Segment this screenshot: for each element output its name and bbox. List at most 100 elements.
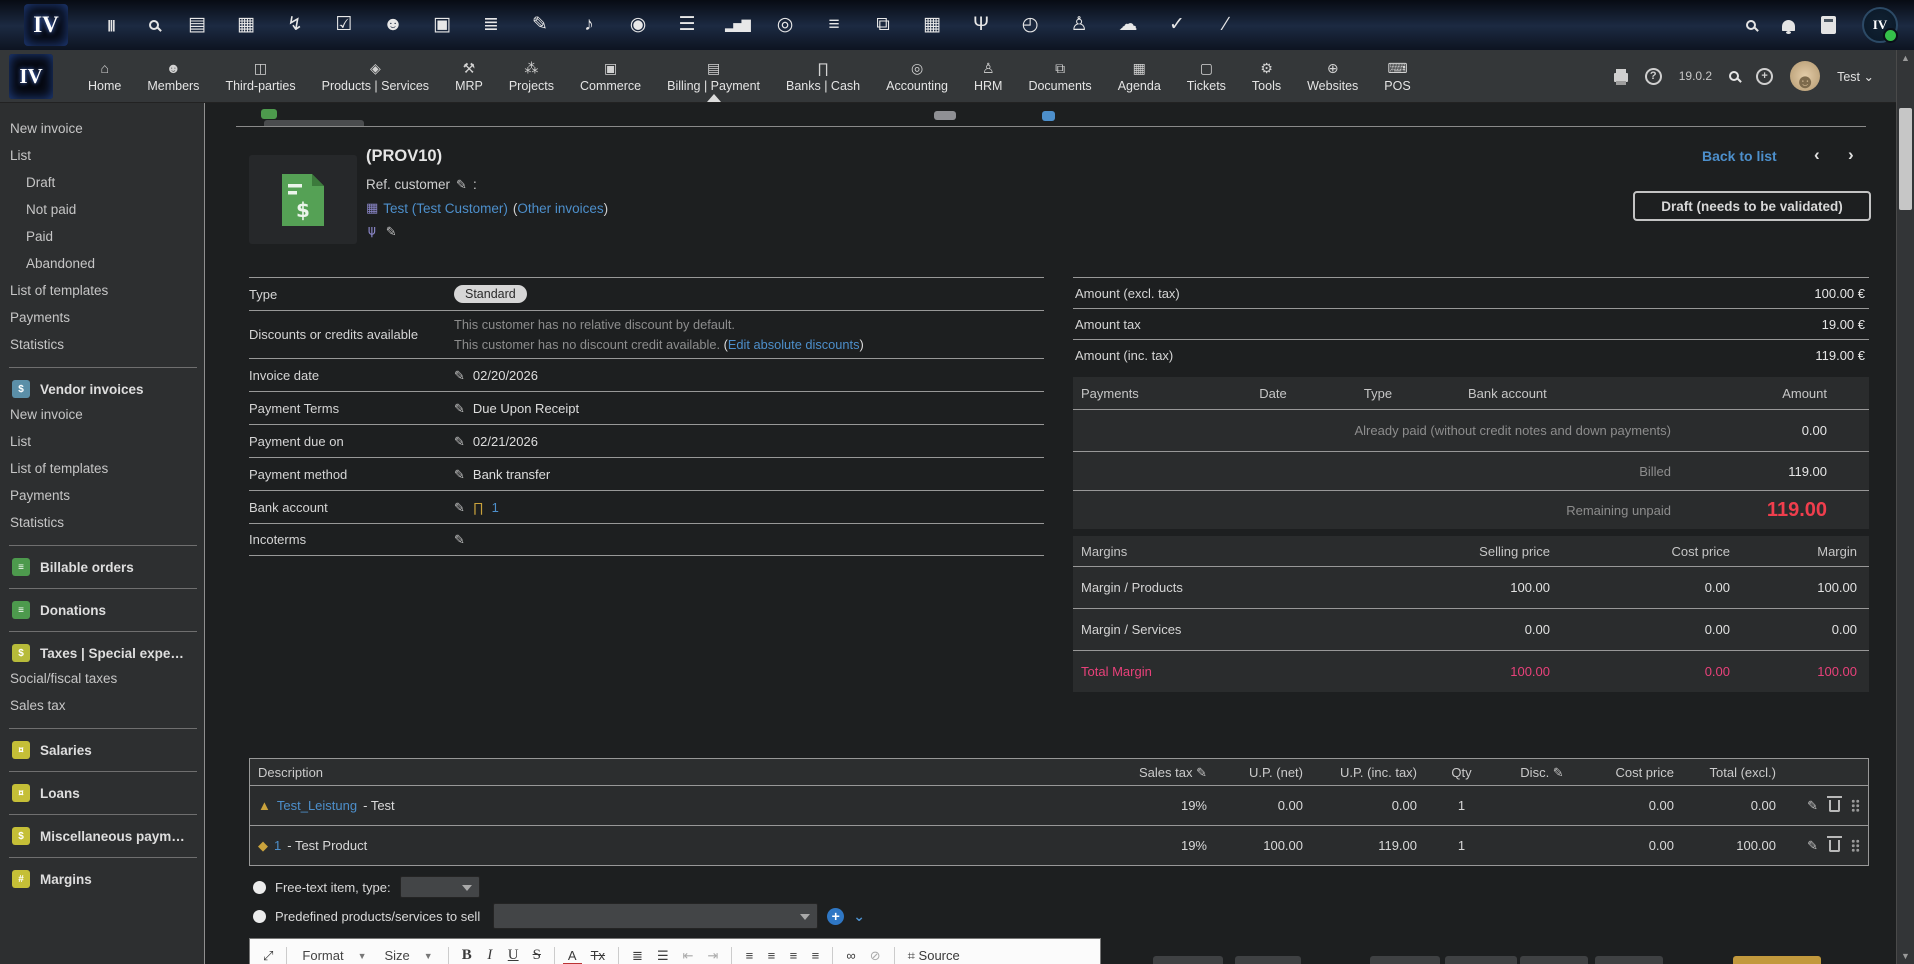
sidebar-item-new-invoice[interactable]: New invoice [0,115,204,142]
calendar-icon[interactable]: ▣ [431,15,453,35]
sidebar-section-donations[interactable]: ≡Donations [0,598,204,622]
sidebar-item-sales-tax[interactable]: Sales tax [0,692,204,719]
sidebar-section-billable-orders[interactable]: ≡Billable orders [0,555,204,579]
gallery-icon[interactable]: ▦ [235,15,257,35]
edit-incoterms-icon[interactable]: ✎ [454,533,465,546]
nav-item-documents[interactable]: ⧉Documents [1015,50,1104,102]
nav-item-banks-cash[interactable]: ∏Banks | Cash [773,50,873,102]
nav-item-commerce[interactable]: ▣Commerce [567,50,654,102]
delete-line-icon[interactable] [1829,800,1840,812]
tab-remnant-icon[interactable] [261,109,277,119]
contacts-card-icon[interactable] [1821,16,1836,34]
check-icon[interactable]: ✓ [1166,15,1188,35]
search-icon[interactable] [1746,20,1756,30]
app-logo[interactable]: IV [9,54,53,99]
sidebar-item-not-paid[interactable]: Not paid [0,196,204,223]
user-avatar[interactable]: ☻ [1790,61,1820,91]
next-record-icon[interactable]: › [1848,145,1854,165]
edit-disc-icon[interactable]: ✎ [1553,765,1564,780]
sidebar-section-taxes-special-expe-[interactable]: $Taxes | Special expe… [0,641,204,665]
cleanup-icon[interactable]: ∕ [1215,15,1237,35]
contacts-icon[interactable]: ☻ [382,15,404,35]
nav-item-third-parties[interactable]: ◫Third-parties [212,50,308,102]
edit-payment-due-on-icon[interactable]: ✎ [454,435,465,448]
unlink-button[interactable]: ⊘ [865,946,886,964]
edit-invoice-date-icon[interactable]: ✎ [454,369,465,382]
action-button-partial[interactable] [1595,956,1663,964]
sidebar-item-list-of-templates[interactable]: List of templates [0,277,204,304]
power-icon[interactable]: ↯ [284,15,306,35]
bank-account-link[interactable]: 1 [492,500,499,515]
maximize-icon[interactable]: ⤢ [258,946,278,964]
delete-line-icon[interactable] [1829,840,1840,852]
sidebar-item-payments[interactable]: Payments [0,304,204,331]
prev-record-icon[interactable]: ‹ [1814,145,1820,165]
action-button-partial[interactable] [1520,956,1588,964]
sidebar-item-list[interactable]: List [0,428,204,455]
action-button-partial[interactable] [1445,956,1517,964]
scroll-up-icon[interactable]: ▲ [1901,53,1910,63]
remove-format-button[interactable]: Tx [586,946,610,964]
dining-icon[interactable]: Ψ [970,15,992,35]
outdent-button[interactable]: ⇤ [678,946,699,964]
bold-button[interactable]: B [457,945,477,964]
stats-icon[interactable]: ▂▅▇ [725,15,747,35]
free-text-radio[interactable] [253,881,266,894]
edit-absolute-discounts-link[interactable]: Edit absolute discounts [728,337,860,352]
music-icon[interactable]: ♪ [578,15,600,35]
strike-button[interactable]: S [528,945,546,964]
edit-ref-icon[interactable]: ✎ [456,178,467,191]
assistant-icon[interactable]: ♙ [1068,15,1090,35]
nav-item-accounting[interactable]: ◎Accounting [873,50,961,102]
nav-item-tickets[interactable]: ▢Tickets [1174,50,1239,102]
add-product-icon[interactable]: + [827,908,844,925]
browser-icon[interactable]: ◎ [774,15,796,35]
notes-icon[interactable]: ✎ [529,15,551,35]
sidebar-item-new-invoice[interactable]: New invoice [0,401,204,428]
numbered-list-button[interactable]: ≣ [627,946,648,964]
nav-item-mrp[interactable]: ⚒MRP [442,50,496,102]
sidebar-item-draft[interactable]: Draft [0,169,204,196]
tab-remnant-link[interactable] [1042,111,1055,121]
help-icon[interactable]: ? [1645,68,1662,85]
sidebar-item-statistics[interactable]: Statistics [0,509,204,536]
drag-line-icon[interactable] [1851,839,1860,852]
user-menu[interactable]: Test ⌄ [1837,69,1874,84]
nav-item-hrm[interactable]: ♙HRM [961,50,1015,102]
tasks-icon[interactable]: ☑ [333,15,355,35]
nav-item-websites[interactable]: ⊕Websites [1294,50,1371,102]
photos-icon[interactable]: ⧉ [872,15,894,35]
free-text-type-select[interactable] [400,876,480,898]
back-to-list-link[interactable]: Back to list [1702,148,1777,164]
page-scrollbar[interactable]: ▲ ▼ [1896,50,1914,964]
action-button-partial[interactable] [1235,956,1301,964]
edit-payment-method-icon[interactable]: ✎ [454,468,465,481]
source-button[interactable]: ⌗ Source [903,946,965,964]
format-select[interactable]: Format▼ [295,946,373,964]
align-right-button[interactable]: ≡ [784,946,802,964]
drag-line-icon[interactable] [1851,799,1860,812]
print-icon[interactable] [1614,73,1628,82]
edit-payment-terms-icon[interactable]: ✎ [454,402,465,415]
meter-icon[interactable]: ◴ [1019,15,1041,35]
nav-item-agenda[interactable]: ▦Agenda [1105,50,1174,102]
nav-item-members[interactable]: ☻Members [134,50,212,102]
account-avatar[interactable]: IV [1862,7,1898,43]
app-grid-icon[interactable]: ||| [100,15,122,35]
sidebar-section-margins[interactable]: #Margins [0,867,204,891]
sidebar-item-statistics[interactable]: Statistics [0,331,204,358]
sidebar-item-list[interactable]: List [0,142,204,169]
align-left-button[interactable]: ≡ [740,946,758,964]
sidebar-item-social-fiscal-taxes[interactable]: Social/fiscal taxes [0,665,204,692]
text-color-button[interactable]: A [563,946,582,964]
edit-bank-account-icon[interactable]: ✎ [454,501,465,514]
edit-line-icon[interactable]: ✎ [1807,799,1818,812]
italic-button[interactable]: I [481,945,499,964]
align-center-button[interactable]: ≡ [762,946,780,964]
edit-sales-tax-icon[interactable]: ✎ [1196,765,1207,780]
other-invoices-link[interactable]: Other invoices [517,201,603,216]
nav-item-billing-payment[interactable]: ▤Billing | Payment [654,50,773,102]
sidebar-section-vendor-invoices[interactable]: $Vendor invoices [0,377,204,401]
quick-add-icon[interactable]: + [1756,68,1773,85]
list-icon[interactable]: ☰ [676,15,698,35]
